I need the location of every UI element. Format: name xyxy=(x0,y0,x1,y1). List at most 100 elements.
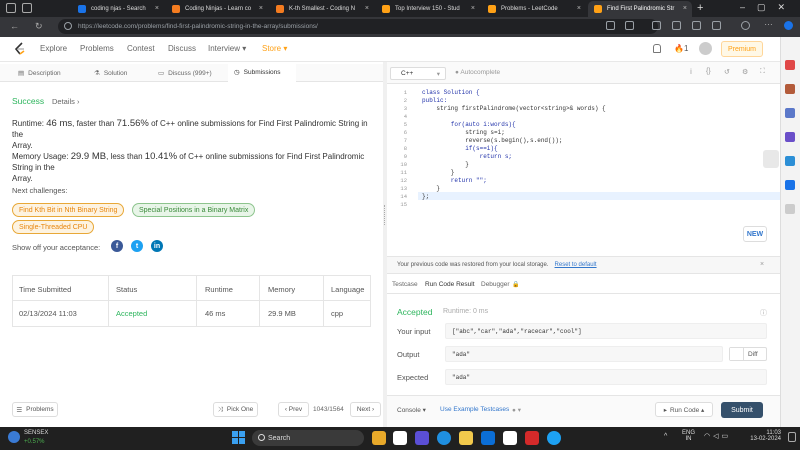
problems-button[interactable]: ☰ Problems xyxy=(12,402,58,417)
back-icon[interactable]: ← xyxy=(10,20,19,32)
browser-tab-active[interactable]: Find First Palindromic Str × xyxy=(588,1,692,17)
browser-tab[interactable]: Top Interview 150 - Stud × xyxy=(376,1,480,17)
settings-icon[interactable]: ⚙ xyxy=(742,68,748,76)
windows-start-icon[interactable] xyxy=(232,431,245,444)
autocomplete-toggle[interactable]: ● Autocomplete xyxy=(455,69,500,76)
app-icon[interactable] xyxy=(503,431,517,445)
details-link[interactable]: Details › xyxy=(52,96,80,107)
help-icon[interactable]: ⓘ xyxy=(760,308,767,318)
nav-discuss[interactable]: Discuss xyxy=(168,44,196,53)
nav-store[interactable]: Store ▾ xyxy=(262,44,287,53)
mcafee-icon[interactable] xyxy=(525,431,539,445)
info-icon[interactable]: ⅰ xyxy=(690,68,692,76)
next-button[interactable]: Next › xyxy=(350,402,381,417)
nav-interview[interactable]: Interview ▾ xyxy=(208,44,246,53)
language-select[interactable]: C++ ▾ xyxy=(390,67,446,80)
tab-run-code-result[interactable]: Run Code Result xyxy=(425,281,475,288)
challenge-chip[interactable]: Single-Threaded CPU xyxy=(12,220,95,234)
browser-tab[interactable]: Coding Ninjas - Learn co × xyxy=(166,1,268,17)
add-icon[interactable] xyxy=(785,204,795,214)
file-explorer-icon[interactable] xyxy=(459,431,473,445)
avatar[interactable] xyxy=(699,42,712,55)
tab-testcase[interactable]: Testcase xyxy=(392,281,418,288)
window-controls[interactable]: –▢✕ xyxy=(740,2,797,13)
collections-icon[interactable] xyxy=(692,21,701,30)
twitter-icon[interactable]: t xyxy=(131,240,143,252)
lock-icon[interactable] xyxy=(64,22,72,30)
new-tab-button[interactable]: + xyxy=(697,2,703,14)
split-screen-icon[interactable] xyxy=(652,21,661,30)
nav-problems[interactable]: Problems xyxy=(80,44,114,53)
drag-handle[interactable] xyxy=(384,205,386,225)
shopping-icon[interactable] xyxy=(785,84,795,94)
close-icon[interactable]: × xyxy=(155,5,159,12)
favorite-icon[interactable] xyxy=(625,21,634,30)
store-icon[interactable] xyxy=(481,431,495,445)
console-button[interactable]: Console ▾ xyxy=(397,406,426,414)
nav-contest[interactable]: Contest xyxy=(127,44,155,53)
help-icon[interactable]: ● ▾ xyxy=(512,406,521,414)
braces-icon[interactable]: {} xyxy=(706,68,711,75)
system-tray-icons[interactable]: ◠◁▭ xyxy=(704,432,731,440)
tab-description[interactable]: ▤ Description xyxy=(18,64,90,82)
more-icon[interactable]: … xyxy=(764,17,773,27)
use-example-link[interactable]: Use Example Testcases xyxy=(440,406,509,413)
taskbar-search[interactable]: Search xyxy=(252,430,364,446)
favorites-icon[interactable] xyxy=(672,21,681,30)
search-sidebar-icon[interactable] xyxy=(785,60,795,70)
side-panel-toggle[interactable] xyxy=(763,150,779,168)
widgets-icon[interactable] xyxy=(372,431,386,445)
premium-button[interactable]: Premium xyxy=(721,41,763,57)
url-bar[interactable]: https://leetcode.com/problems/find-first… xyxy=(58,19,658,34)
tab-actions-icon[interactable] xyxy=(22,3,32,13)
app-icon[interactable] xyxy=(547,431,561,445)
notification-icon[interactable] xyxy=(653,44,661,53)
reset-icon[interactable]: ↺ xyxy=(724,68,730,76)
close-icon[interactable]: × xyxy=(577,5,581,12)
teams-icon[interactable] xyxy=(415,431,429,445)
language-indicator[interactable]: ENG IN xyxy=(682,430,695,442)
browser-tab[interactable]: Problems - LeetCode × xyxy=(482,1,586,17)
close-icon[interactable]: × xyxy=(259,5,263,12)
linkedin-icon[interactable]: in xyxy=(151,240,163,252)
chevron-up-icon[interactable]: ^ xyxy=(664,433,667,440)
run-code-button[interactable]: ▸ Run Code ▴ xyxy=(655,402,713,417)
challenge-chip[interactable]: Find Kth Bit in Nth Binary String xyxy=(12,203,125,217)
leetcode-logo[interactable] xyxy=(14,42,26,56)
tools-icon[interactable] xyxy=(785,108,795,118)
pick-one-button[interactable]: ⤨ Pick One xyxy=(213,402,258,417)
task-view-icon[interactable] xyxy=(393,431,407,445)
close-icon[interactable]: × xyxy=(760,261,764,268)
edge-icon[interactable] xyxy=(437,431,451,445)
profile-icon[interactable] xyxy=(741,21,750,30)
close-icon[interactable]: × xyxy=(471,5,475,12)
tab-discuss[interactable]: ▭ Discuss (999+) xyxy=(158,64,228,82)
read-aloud-icon[interactable] xyxy=(606,21,615,30)
games-icon[interactable] xyxy=(785,132,795,142)
browser-tab[interactable]: coding njas - Search × xyxy=(72,1,164,17)
outlook-icon[interactable] xyxy=(785,180,795,190)
challenge-chip[interactable]: Special Positions in a Binary Matrix xyxy=(132,203,256,217)
close-icon[interactable]: × xyxy=(683,5,687,12)
fullscreen-icon[interactable]: ⛶ xyxy=(760,68,765,76)
tab-submissions[interactable]: ◷ Submissions xyxy=(228,64,296,82)
nav-explore[interactable]: Explore xyxy=(40,44,67,53)
refresh-icon[interactable]: ↻ xyxy=(35,20,43,32)
tab-debugger[interactable]: Debugger xyxy=(481,281,510,288)
streak-counter[interactable]: 🔥1 xyxy=(674,44,688,53)
tab-solution[interactable]: ⚗ Solution xyxy=(94,64,158,82)
copilot-icon[interactable] xyxy=(784,21,793,30)
diff-toggle[interactable]: Diff xyxy=(729,347,767,361)
new-feature-button[interactable]: NEW xyxy=(743,226,767,242)
close-icon[interactable]: × xyxy=(365,5,369,12)
clock[interactable]: 11:03 13-02-2024 xyxy=(745,430,781,442)
accepted-link[interactable]: Accepted xyxy=(116,309,147,318)
browser-essentials-icon[interactable] xyxy=(712,21,721,30)
office-icon[interactable] xyxy=(785,156,795,166)
facebook-icon[interactable]: f xyxy=(111,240,123,252)
workspaces-icon[interactable] xyxy=(6,3,16,13)
browser-tab[interactable]: K-th Smallest - Coding N × xyxy=(270,1,374,17)
reset-default-link[interactable]: Reset to default xyxy=(555,262,597,268)
sensex-label[interactable]: SENSEX xyxy=(24,430,48,436)
prev-button[interactable]: ‹ Prev xyxy=(278,402,309,417)
